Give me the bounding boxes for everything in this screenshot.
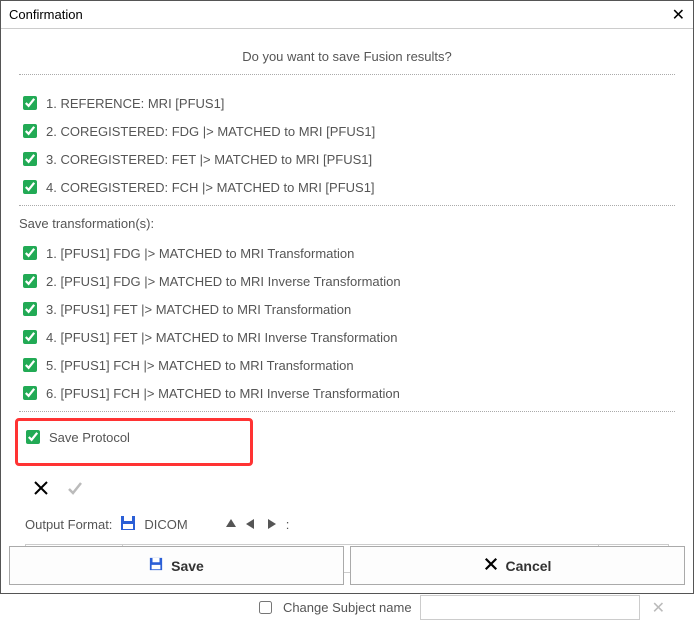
result-label: 3. COREGISTERED: FET |> MATCHED to MRI [… (46, 152, 372, 167)
result-checkbox-2[interactable] (23, 124, 37, 138)
result-checkbox-1[interactable] (23, 96, 37, 110)
transform-heading: Save transformation(s): (19, 210, 675, 233)
disk-icon (149, 557, 163, 574)
save-button-label: Save (171, 558, 204, 574)
transform-row: 1. [PFUS1] FDG |> MATCHED to MRI Transfo… (19, 239, 675, 267)
transform-label: 1. [PFUS1] FDG |> MATCHED to MRI Transfo… (46, 246, 354, 261)
transform-row: 3. [PFUS1] FET |> MATCHED to MRI Transfo… (19, 295, 675, 323)
cancel-button[interactable]: Cancel (350, 546, 685, 585)
transform-checkbox-1[interactable] (23, 246, 37, 260)
save-protocol-label: Save Protocol (49, 430, 130, 445)
confirm-icon[interactable] (67, 480, 83, 499)
change-subject-label: Change Subject name (283, 600, 412, 615)
transform-row: 2. [PFUS1] FDG |> MATCHED to MRI Inverse… (19, 267, 675, 295)
result-row: 1. REFERENCE: MRI [PFUS1] (19, 89, 675, 117)
transforms-section: 1. [PFUS1] FDG |> MATCHED to MRI Transfo… (19, 233, 675, 412)
result-checkbox-4[interactable] (23, 180, 37, 194)
change-subject-checkbox[interactable] (259, 601, 272, 614)
titlebar: Confirmation ✕ (1, 1, 693, 29)
format-nav: : (226, 517, 290, 532)
result-row: 2. COREGISTERED: FDG |> MATCHED to MRI [… (19, 117, 675, 145)
output-format-label: Output Format: (25, 517, 112, 532)
dialog-buttons: Save Cancel (9, 546, 685, 585)
cancel-button-label: Cancel (506, 558, 552, 574)
transform-checkbox-4[interactable] (23, 330, 37, 344)
nav-up-icon[interactable] (226, 517, 236, 532)
transform-checkbox-6[interactable] (23, 386, 37, 400)
transform-checkbox-5[interactable] (23, 358, 37, 372)
result-checkbox-3[interactable] (23, 152, 37, 166)
transform-row: 5. [PFUS1] FCH |> MATCHED to MRI Transfo… (19, 351, 675, 379)
output-format-value[interactable]: DICOM (144, 517, 187, 532)
save-button[interactable]: Save (9, 546, 344, 585)
save-protocol-highlight: Save Protocol (15, 418, 253, 466)
result-label: 4. COREGISTERED: FCH |> MATCHED to MRI [… (46, 180, 375, 195)
result-label: 2. COREGISTERED: FDG |> MATCHED to MRI [… (46, 124, 375, 139)
nav-next-icon[interactable] (266, 517, 276, 532)
cancel-icon[interactable] (33, 480, 49, 499)
result-label: 1. REFERENCE: MRI [PFUS1] (46, 96, 224, 111)
close-icon[interactable]: ✕ (672, 5, 685, 25)
transform-row: 6. [PFUS1] FCH |> MATCHED to MRI Inverse… (19, 379, 675, 407)
prompt-text: Do you want to save Fusion results? (19, 39, 675, 83)
transform-checkbox-2[interactable] (23, 274, 37, 288)
transform-label: 4. [PFUS1] FET |> MATCHED to MRI Inverse… (46, 330, 397, 345)
clear-subject-icon[interactable]: ✕ (648, 598, 669, 618)
output-format-row: Output Format: DICOM : (19, 509, 675, 544)
save-protocol-checkbox[interactable] (26, 430, 40, 444)
transform-label: 2. [PFUS1] FDG |> MATCHED to MRI Inverse… (46, 274, 401, 289)
transform-label: 3. [PFUS1] FET |> MATCHED to MRI Transfo… (46, 302, 351, 317)
transform-checkbox-3[interactable] (23, 302, 37, 316)
result-row: 4. COREGISTERED: FCH |> MATCHED to MRI [… (19, 173, 675, 201)
subject-input[interactable] (420, 595, 640, 620)
transform-row: 4. [PFUS1] FET |> MATCHED to MRI Inverse… (19, 323, 675, 351)
transform-label: 5. [PFUS1] FCH |> MATCHED to MRI Transfo… (46, 358, 354, 373)
window-title: Confirmation (9, 7, 672, 22)
nav-colon: : (286, 517, 290, 532)
protocol-action-row (19, 472, 675, 509)
nav-prev-icon[interactable] (246, 517, 256, 532)
save-protocol-row: Save Protocol (22, 425, 246, 449)
transform-label: 6. [PFUS1] FCH |> MATCHED to MRI Inverse… (46, 386, 400, 401)
disk-icon (120, 515, 136, 534)
confirmation-dialog: Confirmation ✕ Do you want to save Fusio… (0, 0, 694, 594)
result-row: 3. COREGISTERED: FET |> MATCHED to MRI [… (19, 145, 675, 173)
results-section: 1. REFERENCE: MRI [PFUS1] 2. COREGISTERE… (19, 83, 675, 206)
cancel-x-icon (484, 557, 498, 574)
